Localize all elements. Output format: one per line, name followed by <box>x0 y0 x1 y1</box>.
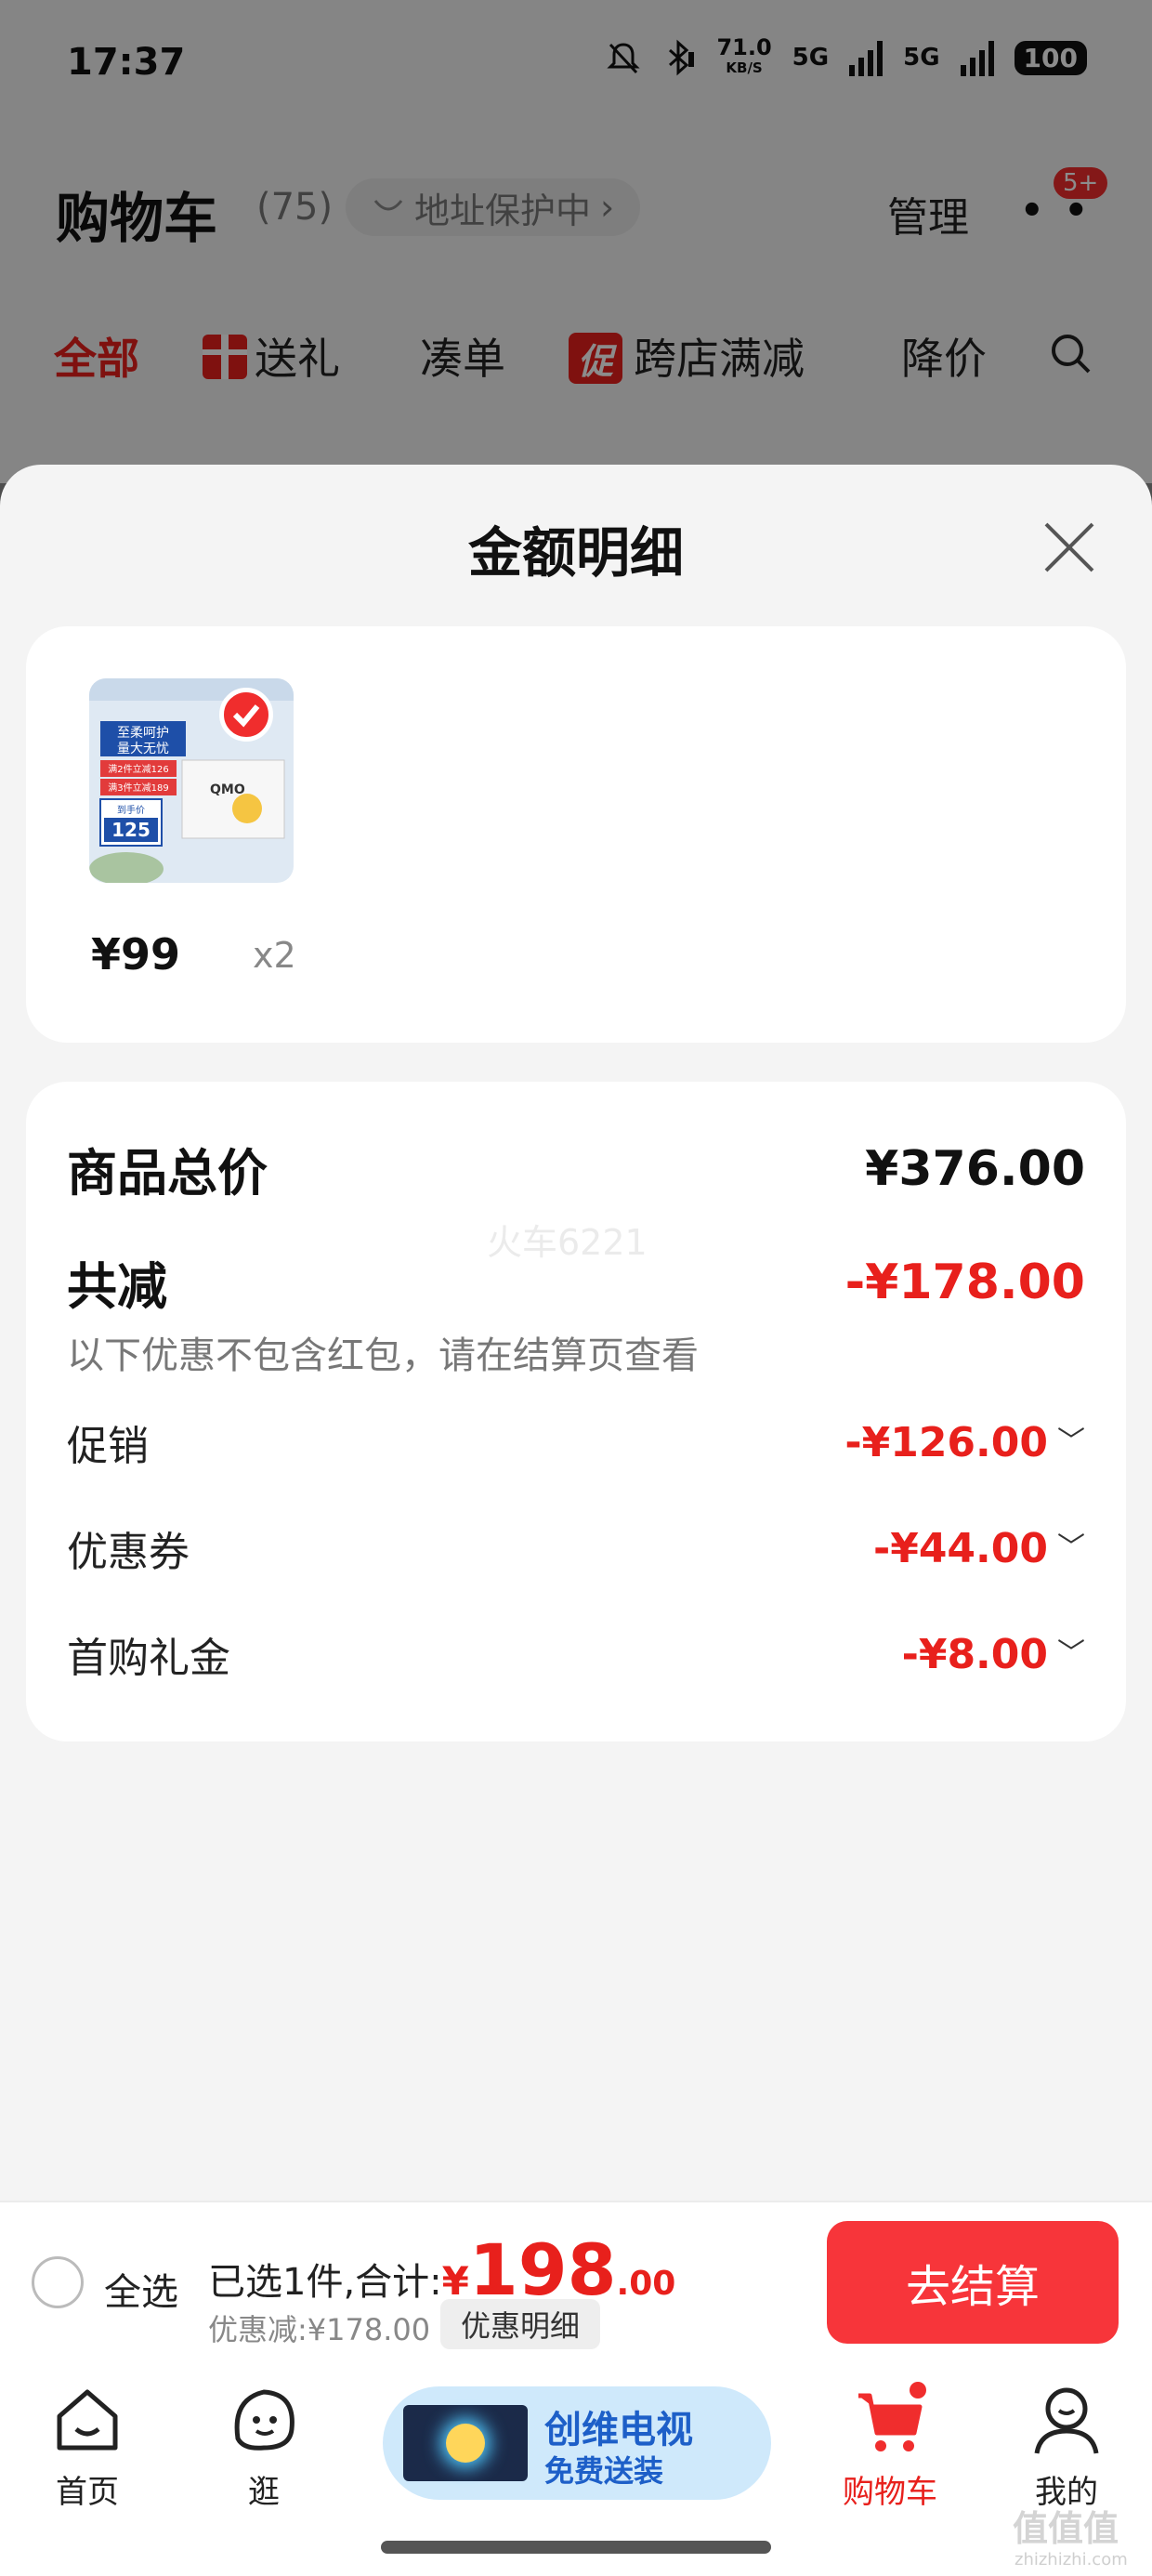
ad-banner[interactable]: 创维电视 免费送装 <box>383 2386 771 2500</box>
svg-text:量大无忧: 量大无忧 <box>117 742 169 756</box>
chevron-down-icon: ﹀ <box>1057 1531 1085 1564</box>
product-price: ¥99 <box>91 929 181 979</box>
total-reduction-row: 共减 -¥178.00 <box>67 1245 1085 1319</box>
ad-title: 创维电视 <box>544 2409 693 2451</box>
nav-explore[interactable]: 逛 <box>199 2381 329 2512</box>
total-price-label: 商品总价 <box>67 1144 268 1203</box>
total-reduction-value: -¥178.00 <box>844 1254 1085 1310</box>
coupon-row[interactable]: 优惠券 -¥44.00 ﹀ <box>67 1518 1085 1578</box>
svg-text:125: 125 <box>111 819 151 841</box>
ad-subtitle: 免费送装 <box>544 2453 664 2489</box>
amount-detail-sheet: 金额明细 至柔呵护 量大无忧 满2件立减126 满3件立减189 到手价 125 <box>0 465 1152 2201</box>
reduction-note: 以下优惠不包含红包，请在结算页查看 <box>67 1334 699 1377</box>
close-icon[interactable] <box>1039 517 1100 578</box>
svg-text:QMO: QMO <box>210 782 245 797</box>
tv-image <box>403 2405 528 2481</box>
discount-summary: 优惠减:¥178.00 <box>208 2312 431 2347</box>
explore-icon <box>234 2389 295 2451</box>
home-icon <box>57 2389 118 2451</box>
home-indicator[interactable] <box>381 2541 771 2554</box>
sheet-title: 金额明细 <box>467 521 684 585</box>
promotion-label: 促销 <box>67 1423 149 1470</box>
coupon-value: -¥44.00 <box>872 1525 1048 1572</box>
discount-detail-button[interactable]: 优惠明细 <box>440 2299 601 2349</box>
cart-icon <box>858 2382 926 2451</box>
svg-text:满2件立减126: 满2件立减126 <box>108 763 168 775</box>
amount-detail-card: 商品总价 ¥376.00 火车6221 共减 -¥178.00 以下优惠不包含红… <box>26 1082 1126 1741</box>
first-purchase-value: -¥8.00 <box>901 1631 1048 1678</box>
svg-text:到手价: 到手价 <box>117 804 145 816</box>
selected-check-icon <box>219 688 273 742</box>
select-all-label[interactable]: 全选 <box>104 2262 178 2316</box>
chevron-down-icon: ﹀ <box>1057 1637 1085 1670</box>
nav-cart[interactable]: 购物车 <box>825 2381 955 2512</box>
select-all-radio[interactable] <box>32 2256 84 2308</box>
checkout-button[interactable]: 去结算 <box>827 2221 1119 2344</box>
nav-profile[interactable]: 我的 <box>1001 2381 1132 2512</box>
svg-text:满3件立减189: 满3件立减189 <box>108 782 168 794</box>
profile-icon <box>1034 2387 1099 2454</box>
product-card: 至柔呵护 量大无忧 满2件立减126 满3件立减189 到手价 125 QMO … <box>26 626 1126 1043</box>
total-price-row: 商品总价 ¥376.00 <box>67 1132 1085 1205</box>
total-summary: 已选1件,合计:¥198.00 <box>208 2228 676 2311</box>
promotion-row[interactable]: 促销 -¥126.00 ﹀ <box>67 1413 1085 1472</box>
total-price-value: ¥376.00 <box>865 1140 1085 1197</box>
chevron-down-icon: ﹀ <box>1057 1426 1085 1458</box>
product-quantity: x2 <box>253 935 296 976</box>
first-purchase-row[interactable]: 首购礼金 -¥8.00 ﹀ <box>67 1624 1085 1684</box>
first-purchase-label: 首购礼金 <box>67 1635 230 1682</box>
checkout-bar: 全选 已选1件,合计:¥198.00 优惠减:¥178.00 优惠明细 去结算 <box>0 2201 1152 2364</box>
svg-text:至柔呵护: 至柔呵护 <box>117 726 169 741</box>
nav-home[interactable]: 首页 <box>22 2381 152 2512</box>
site-watermark: 值值值 <box>1013 2508 1119 2549</box>
promotion-value: -¥126.00 <box>844 1419 1048 1466</box>
total-reduction-label: 共减 <box>67 1257 167 1316</box>
site-watermark-url: zhizhizhi.com <box>1015 2550 1128 2569</box>
coupon-label: 优惠券 <box>67 1529 190 1576</box>
